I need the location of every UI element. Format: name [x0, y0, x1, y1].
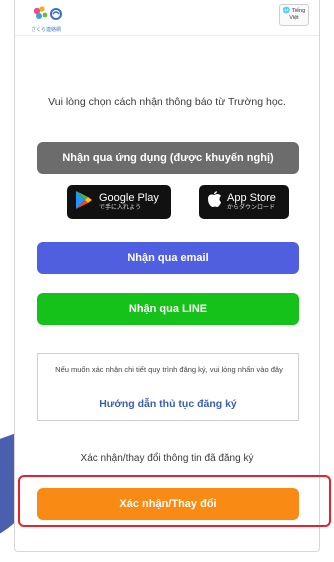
registration-guide-link[interactable]: Hướng dẫn thủ tục đăng ký: [38, 398, 298, 410]
help-note: Nếu muốn xác nhận chi tiết quy trình đăn…: [55, 365, 283, 374]
header: さくら連絡網 🌐 Tiếng Việt: [15, 0, 319, 36]
google-play-badge[interactable]: Google Play で手に入れよう: [67, 185, 171, 219]
highlight-frame: [18, 475, 331, 527]
app-button[interactable]: Nhận qua ứng dụng (được khuyến nghị): [37, 142, 299, 174]
sakura-logo: さくら連絡網: [29, 4, 69, 34]
language-button[interactable]: 🌐 Tiếng Việt: [279, 4, 309, 26]
phone-screen: さくら連絡網 🌐 Tiếng Việt Vui lòng chọn cách n…: [14, 0, 320, 552]
apple-icon: [207, 191, 221, 213]
intro-text: Vui lòng chọn cách nhận thông báo từ Trư…: [48, 96, 286, 108]
language-label: Tiếng Việt: [289, 8, 306, 21]
google-play-title: Google Play: [99, 192, 159, 204]
google-play-subtitle: で手に入れよう: [99, 205, 142, 211]
app-store-badge[interactable]: App Store からダウンロード: [199, 185, 289, 219]
line-button[interactable]: Nhận qua LINE: [37, 293, 299, 325]
confirm-label: Xác nhận/thay đổi thông tin đã đăng ký: [80, 453, 254, 464]
app-store-title: App Store: [227, 192, 276, 204]
translate-icon: 🌐: [282, 8, 291, 14]
email-button[interactable]: Nhận qua email: [37, 242, 299, 274]
sakura-logo-icon: [33, 6, 62, 20]
logo-caption: さくら連絡網: [31, 27, 62, 33]
help-box: Nếu muốn xác nhận chi tiết quy trình đăn…: [37, 353, 299, 421]
google-play-icon: [75, 190, 93, 215]
app-store-subtitle: からダウンロード: [227, 205, 276, 211]
